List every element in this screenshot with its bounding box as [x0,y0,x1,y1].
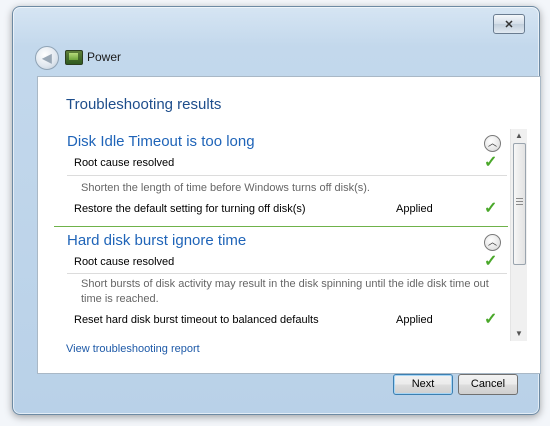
divider [67,175,507,176]
scroll-thumb[interactable] [513,143,526,265]
close-icon: ✕ [504,18,514,31]
collapse-button[interactable]: ︿ [484,135,501,152]
description-text: Shorten the length of time before Window… [81,182,370,194]
back-button[interactable]: ◀ [35,46,59,70]
action-status: Applied [396,314,433,326]
check-icon: ✓ [484,311,498,328]
next-button[interactable]: Next [393,374,453,395]
action-text: Restore the default setting for turning … [74,203,306,215]
status-text: Root cause resolved [74,256,175,268]
problem-title: Hard disk burst ignore time [67,232,247,249]
action-status: Applied [396,203,433,215]
back-arrow-icon: ◀ [42,51,52,65]
check-icon: ✓ [484,253,498,270]
cancel-button[interactable]: Cancel [458,374,518,395]
dialog-window: ✕ ◀ Power Troubleshooting results Disk I… [12,6,541,415]
divider [67,273,507,274]
page-title: Troubleshooting results [66,96,222,113]
results-list: Disk Idle Timeout is too long ︿ Root cau… [54,129,528,339]
view-report-link[interactable]: View troubleshooting report [66,343,200,355]
scroll-up-icon[interactable]: ▲ [511,129,527,143]
section-divider [54,226,508,227]
problem-title: Disk Idle Timeout is too long [67,133,255,150]
check-icon: ✓ [484,154,498,171]
collapse-button[interactable]: ︿ [484,234,501,251]
chevron-up-icon: ︿ [487,138,497,148]
power-troubleshooter-icon [65,50,83,65]
window-title: Power [87,50,122,64]
chevron-up-icon: ︿ [487,237,497,247]
check-icon: ✓ [484,200,498,217]
close-button[interactable]: ✕ [493,14,525,34]
vertical-scrollbar[interactable]: ▲ ▼ [510,129,527,341]
status-text: Root cause resolved [74,157,175,169]
action-text: Reset hard disk burst timeout to balance… [74,314,319,326]
scroll-down-icon[interactable]: ▼ [511,327,527,341]
content-panel: Troubleshooting results Disk Idle Timeou… [37,76,541,374]
grip-icon [516,198,523,206]
description-text: Short bursts of disk activity may result… [81,278,489,305]
